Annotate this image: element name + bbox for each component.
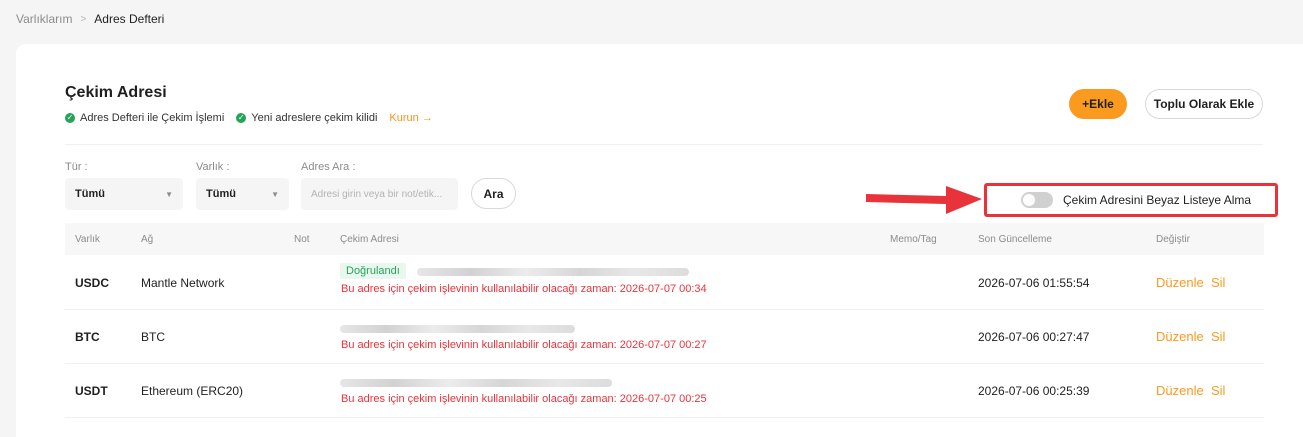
whitelist-toggle-group: Çekim Adresini Beyaz Listeye Alma bbox=[984, 183, 1278, 217]
asset-cell: BTC bbox=[75, 330, 100, 344]
table-header: Varlık Ağ Not Çekim Adresi Memo/Tag Son … bbox=[65, 223, 1264, 255]
asset-filter-label: Varlık : bbox=[196, 161, 230, 173]
status-label: Yeni adreslere çekim kilidi bbox=[251, 112, 378, 124]
edit-button[interactable]: Düzenle bbox=[1156, 383, 1204, 398]
status-item-address-book: ✓ Adres Defteri ile Çekim İşlemi bbox=[65, 112, 224, 124]
address-book-panel: Çekim Adresi ✓ Adres Defteri ile Çekim İ… bbox=[16, 44, 1303, 437]
caret-down-icon: ▼ bbox=[165, 189, 173, 199]
check-circle-icon: ✓ bbox=[65, 113, 75, 123]
arrow-right-icon bbox=[866, 186, 982, 214]
column-header-memo: Memo/Tag bbox=[890, 234, 937, 245]
search-button[interactable]: Ara bbox=[471, 178, 516, 209]
network-cell: BTC bbox=[141, 330, 165, 344]
address-redacted bbox=[417, 268, 689, 276]
status-label: Adres Defteri ile Çekim İşlemi bbox=[80, 112, 225, 124]
address-search-label: Adres Ara : bbox=[301, 161, 356, 173]
security-status-row: ✓ Adres Defteri ile Çekim İşlemi ✓ Yeni … bbox=[65, 112, 433, 124]
availability-warning: Bu adres için çekim işlevinin kullanılab… bbox=[341, 339, 707, 351]
type-filter-select[interactable]: Tümü ▼ bbox=[65, 178, 183, 210]
column-header-network: Ağ bbox=[141, 234, 154, 245]
whitelist-label: Çekim Adresini Beyaz Listeye Alma bbox=[1063, 193, 1252, 207]
address-redacted bbox=[340, 379, 612, 387]
divider bbox=[65, 144, 1263, 145]
bulk-add-button[interactable]: Toplu Olarak Ekle bbox=[1145, 89, 1263, 119]
availability-warning: Bu adres için çekim işlevinin kullanılab… bbox=[341, 283, 707, 295]
updated-cell: 2026-07-06 00:25:39 bbox=[978, 384, 1090, 398]
column-header-updated: Son Güncelleme bbox=[978, 234, 1052, 245]
breadcrumb: Varlıklarım > Adres Defteri bbox=[16, 12, 164, 26]
caret-down-icon: ▼ bbox=[271, 189, 279, 199]
delete-button[interactable]: Sil bbox=[1211, 383, 1225, 398]
network-cell: Mantle Network bbox=[141, 276, 225, 290]
type-filter-value: Tümü bbox=[75, 188, 105, 200]
chevron-right-icon: > bbox=[80, 13, 87, 25]
check-circle-icon: ✓ bbox=[236, 113, 247, 123]
toggle-knob bbox=[1023, 194, 1035, 206]
network-cell: Ethereum (ERC20) bbox=[141, 384, 244, 398]
asset-cell: USDC bbox=[75, 276, 110, 290]
edit-button[interactable]: Düzenle bbox=[1156, 329, 1204, 344]
setup-link[interactable]: Kurun → bbox=[389, 112, 432, 124]
type-filter-label: Tür : bbox=[65, 161, 88, 173]
asset-filter-select[interactable]: Tümü ▼ bbox=[196, 178, 289, 210]
column-header-address: Çekim Adresi bbox=[340, 234, 399, 245]
whitelist-toggle[interactable] bbox=[1021, 192, 1053, 208]
table-row: USDC Mantle Network Doğrulandı Bu adres … bbox=[65, 255, 1264, 310]
add-address-button[interactable]: +Ekle bbox=[1069, 89, 1127, 119]
edit-button[interactable]: Düzenle bbox=[1156, 275, 1204, 290]
breadcrumb-current: Adres Defteri bbox=[94, 12, 165, 26]
column-header-note: Not bbox=[294, 234, 310, 245]
breadcrumb-parent[interactable]: Varlıklarım bbox=[16, 12, 72, 26]
delete-button[interactable]: Sil bbox=[1211, 329, 1225, 344]
asset-cell: USDT bbox=[75, 384, 108, 398]
status-item-new-address-lock: ✓ Yeni adreslere çekim kilidi bbox=[236, 112, 377, 124]
asset-filter-value: Tümü bbox=[206, 188, 236, 200]
table-row: BTC BTC Bu adres için çekim işlevinin ku… bbox=[65, 309, 1264, 364]
column-header-action: Değiştir bbox=[1156, 234, 1190, 245]
address-search-input[interactable] bbox=[301, 178, 458, 210]
page-title: Çekim Adresi bbox=[65, 84, 167, 101]
updated-cell: 2026-07-06 01:55:54 bbox=[978, 276, 1090, 290]
table-row: USDT Ethereum (ERC20) Bu adres için çeki… bbox=[65, 363, 1264, 418]
address-redacted bbox=[340, 325, 575, 333]
delete-button[interactable]: Sil bbox=[1211, 275, 1225, 290]
verified-badge: Doğrulandı bbox=[340, 263, 406, 279]
updated-cell: 2026-07-06 00:27:47 bbox=[978, 330, 1090, 344]
column-header-asset: Varlık bbox=[75, 234, 100, 245]
availability-warning: Bu adres için çekim işlevinin kullanılab… bbox=[341, 393, 707, 405]
